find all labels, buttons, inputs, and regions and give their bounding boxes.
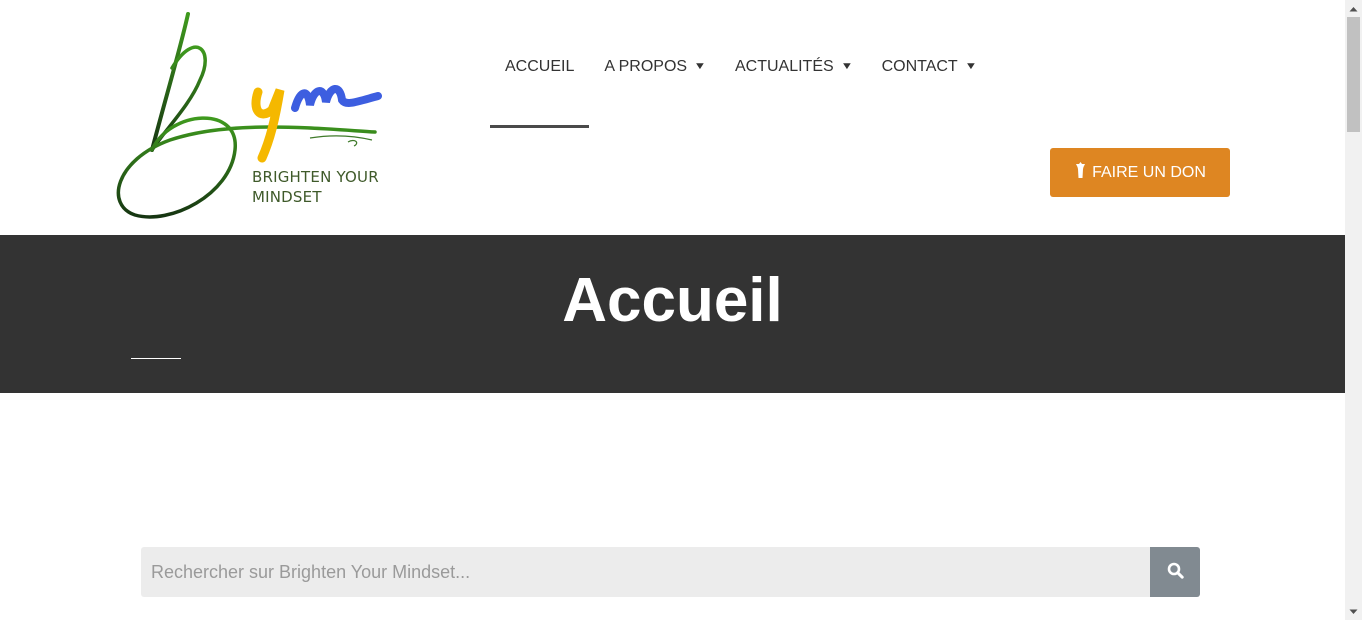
nav-item-accueil[interactable]: ACCUEIL: [490, 0, 590, 130]
page-scrollbar[interactable]: [1345, 0, 1362, 620]
donate-button[interactable]: FAIRE UN DON: [1050, 148, 1230, 197]
search-form: [141, 547, 1200, 597]
page-hero: Accueil: [0, 235, 1345, 393]
nav-item-label: A PROPOS: [604, 58, 688, 75]
nav-item-label: ACCUEIL: [505, 58, 575, 75]
chevron-down-icon: ▼: [840, 61, 854, 72]
donate-label: FAIRE UN DON: [1092, 163, 1206, 181]
logo-text-line1: BRIGHTEN YOUR: [252, 168, 379, 186]
page-title: Accueil: [562, 266, 783, 335]
search-input[interactable]: [141, 547, 1150, 597]
chevron-down-icon: ▼: [964, 61, 978, 72]
logo-text: BRIGHTEN YOUR MINDSET: [252, 167, 379, 207]
scroll-down-arrow-icon[interactable]: [1345, 603, 1362, 620]
nav-item-actualites[interactable]: ACTUALITÉS ▼: [720, 0, 867, 130]
scroll-up-arrow-icon[interactable]: [1345, 0, 1362, 17]
nav-item-a-propos[interactable]: A PROPOS ▼: [589, 0, 720, 130]
donate-icon: [1074, 162, 1087, 183]
search-icon: [1167, 562, 1184, 582]
main-nav: ACCUEIL A PROPOS ▼ ACTUALITÉS ▼ CONTACT …: [490, 0, 991, 130]
hero-divider: [131, 358, 181, 359]
chevron-down-icon: ▼: [693, 61, 707, 72]
page: BRIGHTEN YOUR MINDSET ACCUEIL A PROPOS ▼…: [0, 0, 1345, 620]
nav-item-label: ACTUALITÉS: [734, 58, 834, 75]
search-button[interactable]: [1150, 547, 1200, 597]
nav-item-contact[interactable]: CONTACT ▼: [867, 0, 991, 130]
logo-text-line2: MINDSET: [252, 188, 322, 206]
site-logo[interactable]: BRIGHTEN YOUR MINDSET: [110, 10, 400, 225]
nav-item-label: CONTACT: [881, 58, 958, 75]
scrollbar-thumb[interactable]: [1347, 17, 1360, 132]
